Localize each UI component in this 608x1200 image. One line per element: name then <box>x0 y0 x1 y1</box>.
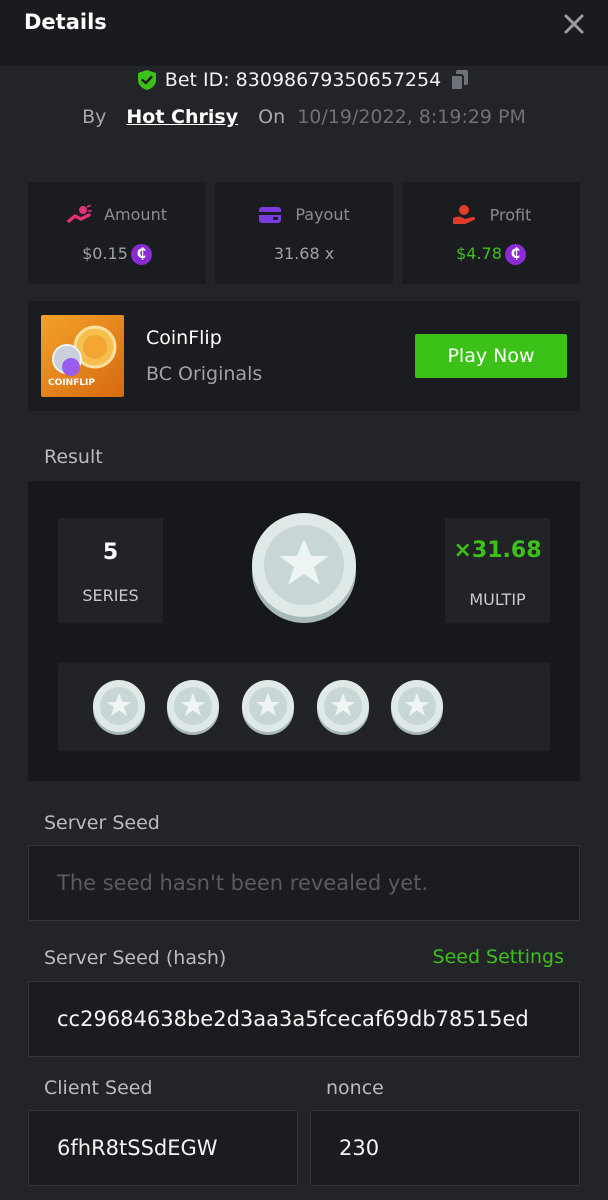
result-panel: 5 SERIES ×31.68 MULTIP <box>28 481 580 781</box>
details-header: Details <box>0 0 608 66</box>
coin-currency-icon: ₵ <box>504 244 526 265</box>
page-title: Details <box>24 10 107 34</box>
profit-card: Profit $4.78 ₵ <box>402 182 580 284</box>
money-hand-icon <box>67 203 93 223</box>
nonce-label: nonce <box>326 1077 384 1099</box>
by-label: By <box>82 106 107 128</box>
large-coin-icon <box>252 513 356 623</box>
history-coin-icon <box>93 680 145 735</box>
thumb-label: COINFLIP <box>48 378 95 388</box>
user-link[interactable]: Hot Chrisy <box>126 106 238 128</box>
coin-history <box>58 663 550 751</box>
payout-value: 31.68 x <box>273 244 335 263</box>
bet-id-row: Bet ID: 830986793506572​54 <box>0 68 608 96</box>
history-coin-icon <box>317 680 369 735</box>
history-coin-icon <box>391 680 443 735</box>
amount-label: Amount <box>104 205 167 224</box>
nonce-field[interactable]: 230 <box>310 1110 580 1186</box>
history-coin-icon <box>242 680 294 735</box>
close-icon[interactable] <box>562 12 586 36</box>
copy-icon[interactable] <box>449 68 471 92</box>
seed-settings-link[interactable]: Seed Settings <box>433 946 564 968</box>
server-seed-field[interactable]: The seed hasn't been revealed yet. <box>28 845 580 921</box>
shield-check-icon <box>137 70 156 90</box>
result-label: Result <box>44 446 103 468</box>
game-name: CoinFlip <box>146 327 222 349</box>
on-label: On <box>258 106 286 128</box>
play-now-button[interactable]: Play Now <box>415 334 567 378</box>
history-coin-icon <box>167 680 219 735</box>
server-hash-field[interactable]: cc29684638be2d3aa3a5fcecaf69db78515ed <box>28 981 580 1057</box>
multiplier-label: MULTIP <box>469 590 526 609</box>
bet-id-text: Bet ID: 830986793506572​54 <box>164 69 442 91</box>
profit-value: $4.78 <box>456 244 502 263</box>
amount-value: $0.15 <box>82 244 128 263</box>
series-tile: 5 SERIES <box>58 518 163 623</box>
payout-card: Payout 31.68 x <box>215 182 393 284</box>
series-label: SERIES <box>82 586 139 605</box>
bet-byline: By Hot Chrisy On 10/19/2022, 8:19:29 PM <box>0 106 608 128</box>
multiplier-tile: ×31.68 MULTIP <box>445 518 550 623</box>
game-provider: BC Originals <box>146 363 263 385</box>
coinflip-thumbnail[interactable]: COINFLIP <box>41 315 124 397</box>
payout-label: Payout <box>295 205 350 224</box>
multiplier-value: ×31.68 <box>453 538 542 563</box>
amount-card: Amount $0.15 ₵ <box>28 182 206 284</box>
profit-label: Profit <box>489 205 532 225</box>
server-hash-label: Server Seed (hash) <box>44 947 227 969</box>
series-value: 5 <box>102 540 119 565</box>
profit-hand-icon <box>452 205 475 224</box>
client-seed-field[interactable]: 6fhR8tSSdEGW <box>28 1110 298 1186</box>
client-seed-label: Client Seed <box>44 1077 153 1099</box>
bet-datetime: 10/19/2022, 8:19:29 PM <box>297 106 526 128</box>
wallet-icon <box>259 206 282 223</box>
server-seed-label: Server Seed <box>44 812 160 834</box>
game-card: COINFLIP CoinFlip BC Originals Play Now <box>28 301 580 411</box>
coin-currency-icon: ₵ <box>130 244 152 265</box>
